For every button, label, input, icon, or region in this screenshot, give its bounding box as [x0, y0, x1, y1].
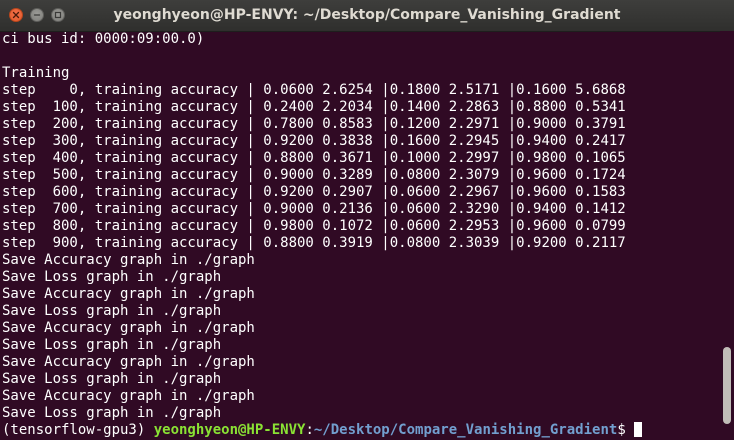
title-bar[interactable]: yeonghyeon@HP-ENVY: ~/Desktop/Compare_Va…: [0, 0, 734, 32]
prompt-user-host: yeonghyeon@HP-ENVY: [153, 422, 306, 438]
terminal-line: Save Accuracy graph in ./graph: [2, 286, 255, 302]
terminal-output[interactable]: ci bus id: 0000:09:00.0) Training step 0, …: [0, 31, 720, 440]
terminal-line: step 500, training accuracy | 0.9000 0.3…: [2, 167, 626, 183]
scrollbar-thumb[interactable]: [723, 347, 731, 424]
terminal-line: step 200, training accuracy | 0.7800 0.8…: [2, 116, 626, 132]
terminal-line: Save Loss graph in ./graph: [2, 269, 222, 285]
terminal-line: Save Accuracy graph in ./graph: [2, 354, 255, 370]
prompt-separator: :: [305, 422, 314, 438]
prompt-line[interactable]: (tensorflow-gpu3) yeonghyeon@HP-ENVY:~/D…: [2, 422, 643, 439]
terminal-line: step 600, training accuracy | 0.9200 0.2…: [2, 184, 626, 200]
terminal-line: Save Accuracy graph in ./graph: [2, 388, 255, 404]
terminal-line: Save Loss graph in ./graph: [2, 405, 222, 421]
terminal-line: Save Loss graph in ./graph: [2, 303, 222, 319]
terminal-line: step 0, training accuracy | 0.0600 2.625…: [2, 82, 626, 98]
terminal-window: yeonghyeon@HP-ENVY: ~/Desktop/Compare_Va…: [0, 0, 734, 440]
terminal-line: step 300, training accuracy | 0.9200 0.3…: [2, 133, 626, 149]
output-lines: ci bus id: 0000:09:00.0) Training step 0, …: [2, 31, 642, 422]
terminal-buffer: ci bus id: 0000:09:00.0) Training step 0, …: [2, 31, 643, 439]
terminal-line: ci bus id: 0000:09:00.0): [2, 31, 205, 47]
terminal-line: step 400, training accuracy | 0.8800 0.3…: [2, 150, 626, 166]
scrollbar[interactable]: [720, 31, 734, 440]
terminal-line: step 700, training accuracy | 0.9000 0.2…: [2, 201, 626, 217]
prompt-env: (tensorflow-gpu3): [2, 422, 154, 438]
terminal-line: Save Accuracy graph in ./graph: [2, 252, 255, 268]
terminal-line: step 800, training accuracy | 0.9800 0.1…: [2, 218, 626, 234]
prompt-symbol: $: [617, 422, 635, 438]
window-title: yeonghyeon@HP-ENVY: ~/Desktop/Compare_Va…: [113, 7, 621, 23]
terminal-line: Training: [2, 65, 70, 81]
terminal-line: Save Loss graph in ./graph: [2, 371, 222, 387]
prompt-path: ~/Desktop/Compare_Vanishing_Gradient: [313, 422, 618, 438]
terminal-line: Save Loss graph in ./graph: [2, 337, 222, 353]
text-cursor: [634, 422, 643, 437]
terminal-line: step 100, training accuracy | 0.2400 2.2…: [2, 99, 626, 115]
terminal-line: Save Accuracy graph in ./graph: [2, 320, 255, 336]
terminal-line: step 900, training accuracy | 0.8800 0.3…: [2, 235, 626, 251]
